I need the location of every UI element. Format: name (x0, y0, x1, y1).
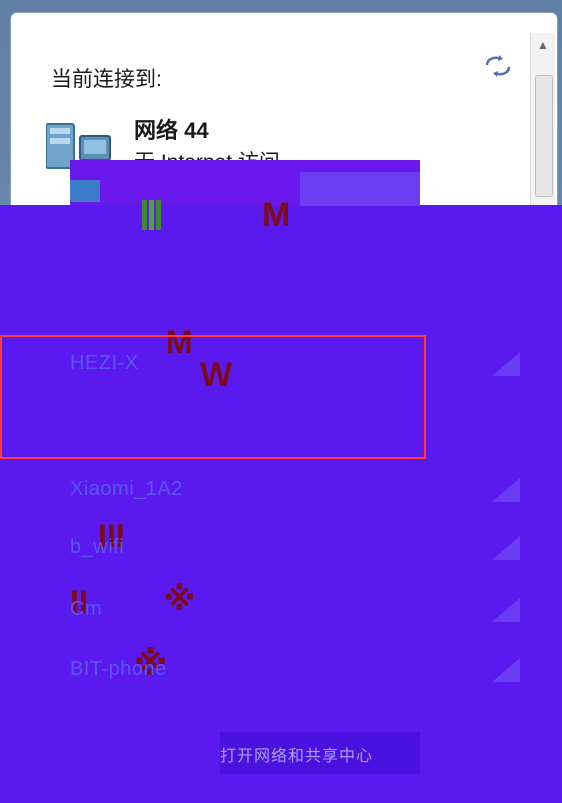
wifi-label: HEZI-X (70, 352, 139, 374)
signal-icon (492, 536, 520, 560)
scroll-up-button[interactable]: ▲ (531, 33, 555, 57)
network-sharing-link-text: 打开网络和共享中心 (220, 748, 374, 765)
wifi-network-row[interactable]: BIT-phone (70, 650, 540, 692)
overlay-top-right (300, 172, 420, 206)
wifi-network-row[interactable]: b_wifi (70, 528, 540, 570)
scroll-thumb[interactable] (535, 75, 553, 197)
window-frame: 当前连接到: ▲ 网络 44 无 Internet 访问 (0, 0, 562, 803)
wifi-label: Xiaomi_1A2 (70, 478, 183, 500)
signal-icon (492, 478, 520, 502)
wifi-network-row[interactable]: HEZI-X (70, 344, 540, 386)
wifi-label: BIT-phone (70, 658, 167, 680)
wifi-network-row[interactable]: Cm (70, 590, 540, 632)
signal-icon (492, 658, 520, 682)
refresh-icon[interactable] (481, 53, 515, 79)
green-bars-icon (142, 200, 161, 230)
wifi-network-row[interactable]: Xiaomi_1A2 (70, 470, 540, 512)
signal-icon (492, 598, 520, 622)
network-name: 网络 44 (134, 118, 209, 143)
overlay-glyph-1: M (262, 196, 291, 234)
signal-icon (492, 352, 520, 376)
network-sharing-link[interactable]: 打开网络和共享中心 (220, 732, 420, 774)
wifi-label: Cm (70, 598, 103, 620)
header-label: 当前连接到: (51, 68, 162, 91)
overlay-left-patch (70, 180, 100, 202)
wifi-label: b_wifi (70, 536, 125, 558)
